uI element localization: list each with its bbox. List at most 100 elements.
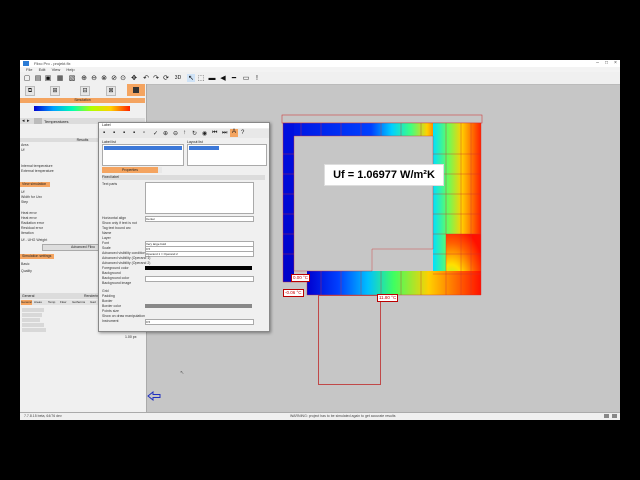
move-up-icon[interactable]: ↑ (183, 130, 186, 136)
prop-show-on-draw: Show on draw manipulation (102, 314, 145, 318)
tab-general-active[interactable]: General (21, 300, 32, 305)
next-tab-icon[interactable]: ▸ (27, 118, 30, 124)
zoom-in-icon[interactable]: ⊕ (80, 74, 88, 82)
last-icon[interactable]: ⏭ (222, 130, 227, 137)
tab-gad[interactable]: Gad (90, 300, 96, 305)
selected-label-row[interactable] (104, 146, 182, 150)
tab-temp[interactable]: Temp (48, 300, 55, 305)
visibility-icon[interactable]: ◉ (202, 130, 207, 137)
title-bar: Flixo Pro - projekt.flx – □ × (20, 60, 620, 67)
tab-areas[interactable]: Areas (34, 300, 42, 305)
prop-grid: Grid (102, 289, 109, 293)
tab-flow[interactable]: Flow (60, 300, 66, 305)
temp-label[interactable]: 0.00 °C (291, 274, 311, 282)
option-row[interactable] (22, 318, 40, 322)
boundary-icon[interactable]: ⊟ (80, 86, 90, 96)
layout-list[interactable] (187, 144, 267, 166)
copy-icon[interactable]: ⧉ (25, 86, 35, 96)
temp-label[interactable]: 11.80 °C (377, 294, 399, 302)
materials-icon[interactable]: ⊠ (106, 86, 116, 96)
foreground-color-swatch[interactable] (145, 266, 252, 270)
selected-layout-row[interactable] (189, 146, 219, 150)
line-tool-icon[interactable]: ━ (230, 74, 238, 82)
properties-button[interactable]: Properties (102, 167, 158, 173)
close-icon[interactable]: × (611, 60, 620, 67)
tab-temperatures[interactable]: Temperatures (44, 119, 68, 124)
zoom-window-icon[interactable]: ⊘ (110, 74, 118, 82)
refresh-icon[interactable]: ⟳ (162, 74, 170, 82)
export-icon[interactable]: ▧ (68, 74, 76, 82)
origin-arrow-icon (147, 391, 161, 401)
bottom-outline-box (318, 295, 381, 385)
rotate-icon[interactable]: ↻ (192, 130, 197, 137)
zoom-fit-icon[interactable]: ⊗ (100, 74, 108, 82)
delete-label-icon[interactable]: ▪ (113, 130, 115, 136)
option-row[interactable] (22, 313, 42, 317)
help-icon[interactable]: ? (241, 130, 244, 136)
new-label-icon[interactable]: ▪ (103, 130, 105, 136)
prop-points-size: Points size (102, 309, 119, 313)
left-wall (283, 123, 294, 295)
prev-tab-icon[interactable]: ◂ (22, 118, 25, 124)
maximize-icon[interactable]: □ (602, 60, 611, 67)
rectangle-tool-icon[interactable]: ▭ (242, 74, 250, 82)
thermal-simulation-view[interactable] (281, 114, 483, 298)
select-cursor-icon[interactable]: ↖ (187, 74, 195, 82)
zoom-out-label-icon[interactable]: ⊖ (173, 130, 178, 137)
instrument-field[interactable]: 0.5 (145, 319, 254, 325)
tab-general[interactable]: General (22, 294, 34, 298)
measure-icon[interactable]: ◀ (219, 74, 227, 82)
save-icon[interactable]: ▣ (44, 74, 52, 82)
prop-layer: Layer (102, 236, 111, 240)
paste-label-icon[interactable]: ▪ (133, 130, 135, 136)
label-dialog: Label ▪ ▪ ▪ ▪ ▫ ✓ ⊕ ⊖ ↑ ↻ ◉ ⏮ ⏭ A ? Labe… (98, 122, 270, 332)
warning-icon[interactable]: ! (253, 74, 261, 82)
option-row[interactable] (22, 323, 44, 327)
open-folder-icon[interactable]: ▤ (34, 74, 42, 82)
border-color-swatch[interactable] (145, 304, 252, 308)
version-text: 7.7.8.15 beta, 64/76 dev (24, 414, 62, 418)
prop-padding: Padding (102, 294, 115, 298)
prop-background: Background (102, 271, 121, 275)
label-list[interactable] (102, 144, 184, 166)
window-title: Flixo Pro - projekt.flx (34, 61, 71, 66)
properties-bar: Properties (102, 167, 265, 173)
check-icon[interactable]: ✓ (153, 130, 158, 137)
pan-icon[interactable]: ✥ (130, 74, 138, 82)
inner-step (372, 249, 433, 271)
undo-icon[interactable]: ↶ (142, 74, 150, 82)
font-icon[interactable]: A (230, 129, 238, 137)
status-bar: 7.7.8.15 beta, 64/76 dev WARNING: projec… (20, 412, 620, 420)
first-icon[interactable]: ⏮ (212, 130, 217, 137)
print-icon[interactable]: ▦ (56, 74, 64, 82)
simulation-settings-header: Simulation settings (20, 254, 54, 259)
minimize-icon[interactable]: – (593, 60, 602, 67)
option-row[interactable] (22, 308, 44, 312)
prop-show-only: Show only if text is not (102, 221, 137, 225)
node-edit-icon[interactable]: ⬚ (197, 74, 205, 82)
snap-icon[interactable] (612, 414, 617, 418)
results-active-tab[interactable] (127, 84, 145, 96)
text-parts-field[interactable] (145, 182, 254, 214)
zoom-label-icon[interactable]: ⊕ (163, 130, 168, 137)
new-icon[interactable]: ▢ (23, 74, 31, 82)
grid-icon[interactable] (604, 414, 609, 418)
rendering-options-list (22, 308, 46, 333)
zoom-out-icon[interactable]: ⊖ (90, 74, 98, 82)
redo-icon[interactable]: ↷ (152, 74, 160, 82)
fixed-label-header: Fixed label (102, 175, 265, 180)
prop-background-image: Background image (102, 281, 132, 285)
dialog-title: Label (102, 123, 111, 127)
tab-isotherms[interactable]: Isotherms (72, 300, 85, 305)
label-icon[interactable]: ▬ (208, 74, 216, 82)
prop-name: Name (102, 231, 112, 235)
mesh-icon[interactable]: ⊞ (50, 86, 60, 96)
zoom-all-icon[interactable]: ⊙ (119, 74, 127, 82)
3d-icon[interactable]: 3D (174, 74, 182, 82)
option-row[interactable] (22, 328, 46, 332)
uf-result-label[interactable]: Uf = 1.06977 W/m²K (324, 164, 444, 186)
copy-label-icon[interactable]: ▪ (123, 130, 125, 136)
edit-label-icon[interactable]: ▫ (143, 130, 145, 136)
temp-label[interactable]: -0.06 °C (283, 289, 304, 297)
dialog-titlebar: Label (99, 123, 269, 128)
